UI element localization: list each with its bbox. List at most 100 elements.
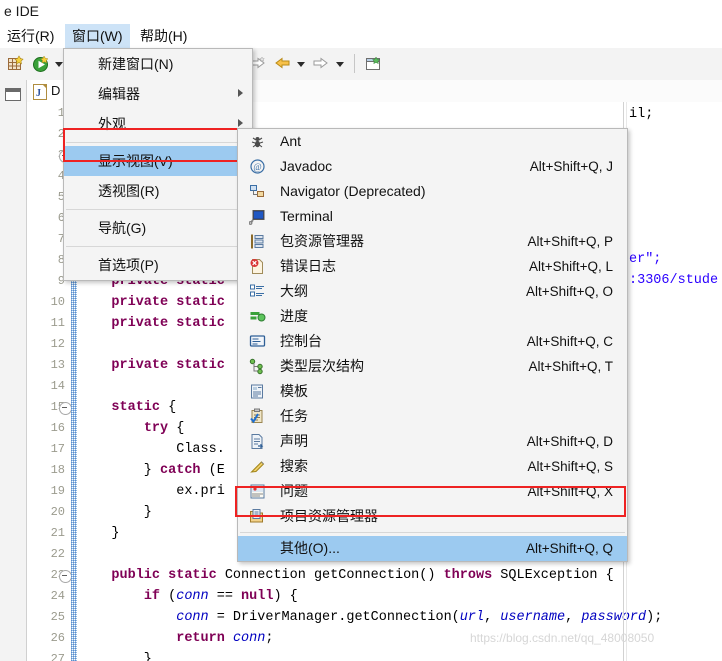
code-line: try {: [143, 421, 185, 436]
window-menu-item-label: 新建窗口(N): [98, 56, 174, 72]
window-menu-item-1[interactable]: 编辑器: [64, 79, 252, 109]
show-view-item-accelerator: Alt+Shift+Q, O: [525, 284, 613, 299]
code-line: conn = DriverManager.getConnection(url, …: [176, 610, 663, 625]
restore-panel-icon[interactable]: [5, 88, 21, 101]
show-view-item-11[interactable]: 任务: [238, 404, 627, 429]
show-view-item-accelerator: Alt+Shift+Q, Q: [525, 541, 613, 556]
code-line: private static: [111, 358, 225, 373]
line-number: 10: [50, 295, 65, 309]
menu-help[interactable]: 帮助(H): [133, 24, 194, 48]
show-view-item-label: 问题: [280, 483, 308, 499]
line-number: 22: [50, 547, 65, 561]
show-view-item-accelerator: Alt+Shift+Q, C: [526, 334, 613, 349]
package-explorer-icon: [249, 233, 266, 250]
menu-separator: [66, 209, 250, 210]
back-dropdown-caret[interactable]: [297, 62, 305, 67]
show-view-item-12[interactable]: 声明 Alt+Shift+Q, D: [238, 429, 627, 454]
show-view-item-16[interactable]: 其他(O)... Alt+Shift+Q, Q: [238, 536, 627, 561]
show-view-item-3[interactable]: Terminal: [238, 204, 627, 229]
problems-icon: [249, 483, 266, 500]
code-line: if (conn == null) {: [143, 589, 298, 604]
ide-window: e IDE 运行(R) 窗口(W) 帮助(H) J D 1 2 4 5 6 7 …: [0, 0, 722, 661]
project-explorer-icon: [249, 508, 266, 525]
back-arrow-icon[interactable]: [273, 54, 293, 74]
line-number: 21: [50, 526, 65, 540]
left-panel-stub[interactable]: [0, 80, 27, 661]
show-view-item-label: 类型层次结构: [280, 358, 364, 374]
toolbar-separator-2: [354, 54, 355, 73]
code-line: public static Connection getConnection()…: [111, 568, 614, 583]
editor-tab-label: D: [51, 83, 61, 98]
new-window-icon[interactable]: [364, 54, 384, 74]
search-icon: [249, 458, 266, 475]
menu-separator: [66, 246, 250, 247]
show-view-submenu-popup[interactable]: Ant @ Javadoc Alt+Shift+Q, J Navigator (Depr…: [237, 128, 628, 562]
code-line: }: [79, 652, 152, 661]
window-menu-item-label: 外观: [98, 116, 126, 132]
line-number: 11: [50, 316, 65, 330]
tasks-icon: [249, 408, 266, 425]
show-view-item-label: 其他(O)...: [280, 540, 340, 556]
show-view-item-label: Terminal: [280, 208, 333, 224]
show-view-item-15[interactable]: 项目资源管理器: [238, 504, 627, 529]
window-title: e IDE: [4, 3, 40, 19]
templates-icon: [249, 383, 266, 400]
line-number: 25: [50, 610, 65, 624]
outline-icon: [249, 283, 266, 300]
show-view-item-9[interactable]: 类型层次结构 Alt+Shift+Q, T: [238, 354, 627, 379]
type-hierarchy-icon: [249, 358, 266, 375]
show-view-item-10[interactable]: 模板: [238, 379, 627, 404]
title-bar: e IDE: [0, 0, 722, 24]
forward-dropdown-caret[interactable]: [336, 62, 344, 67]
show-view-item-0[interactable]: Ant: [238, 129, 627, 154]
show-view-item-5[interactable]: 错误日志 Alt+Shift+Q, L: [238, 254, 627, 279]
window-menu-item-label: 透视图(R): [98, 183, 160, 199]
show-view-item-13[interactable]: 搜索 Alt+Shift+Q, S: [238, 454, 627, 479]
code-line: ex.pri: [79, 484, 225, 499]
menu-window[interactable]: 窗口(W): [65, 24, 130, 48]
show-view-item-7[interactable]: 进度: [238, 304, 627, 329]
line-number: 19: [50, 484, 65, 498]
show-view-item-label: 进度: [280, 308, 308, 324]
code-line: static {: [111, 400, 177, 415]
line-number: 6: [57, 211, 65, 225]
show-view-item-accelerator: Alt+Shift+Q, X: [527, 484, 613, 499]
show-view-item-label: 大纲: [280, 283, 308, 299]
show-view-item-4[interactable]: 包资源管理器 Alt+Shift+Q, P: [238, 229, 627, 254]
menu-run[interactable]: 运行(R): [0, 24, 61, 48]
line-number: 26: [50, 631, 65, 645]
clipped-code-2: er";: [629, 252, 662, 267]
show-view-item-6[interactable]: 大纲 Alt+Shift+Q, O: [238, 279, 627, 304]
menu-bar: 运行(R) 窗口(W) 帮助(H): [0, 24, 722, 48]
code-line: }: [79, 526, 120, 541]
window-menu-item-label: 编辑器: [98, 86, 140, 102]
line-number: 1: [57, 106, 65, 120]
forward-arrow-icon[interactable]: [311, 54, 331, 74]
window-menu-item-3[interactable]: 显示视图(V): [64, 146, 252, 176]
show-view-item-label: 包资源管理器: [280, 233, 364, 249]
show-view-item-accelerator: Alt+Shift+Q, L: [528, 259, 613, 274]
run-dropdown-caret[interactable]: [55, 62, 63, 67]
show-view-item-8[interactable]: 控制台 Alt+Shift+Q, C: [238, 329, 627, 354]
show-view-item-2[interactable]: Navigator (Deprecated): [238, 179, 627, 204]
progress-icon: [249, 308, 266, 325]
line-number: 17: [50, 442, 65, 456]
show-view-item-14[interactable]: 问题 Alt+Shift+Q, X: [238, 479, 627, 504]
window-menu-item-5[interactable]: 导航(G): [64, 213, 252, 243]
window-menu-popup[interactable]: 新建窗口(N) 编辑器外观显示视图(V) 透视图(R) 导航(G) 首选项(P): [63, 48, 253, 281]
run-icon[interactable]: [31, 54, 51, 74]
ant-icon: [249, 133, 266, 150]
window-menu-item-4[interactable]: 透视图(R): [64, 176, 252, 206]
line-number: 7: [57, 232, 65, 246]
window-menu-item-2[interactable]: 外观: [64, 109, 252, 139]
window-menu-item-0[interactable]: 新建窗口(N): [64, 49, 252, 79]
window-menu-item-6[interactable]: 首选项(P): [64, 250, 252, 280]
chevron-right-icon: [238, 89, 243, 97]
new-wizard-icon[interactable]: [6, 54, 26, 74]
line-number: 16: [50, 421, 65, 435]
console-icon: [249, 333, 266, 350]
clipped-code-1: il;: [629, 107, 654, 122]
show-view-item-1[interactable]: @ Javadoc Alt+Shift+Q, J: [238, 154, 627, 179]
line-number: 4: [57, 169, 65, 183]
clipped-code-3: :3306/stude: [629, 273, 719, 288]
